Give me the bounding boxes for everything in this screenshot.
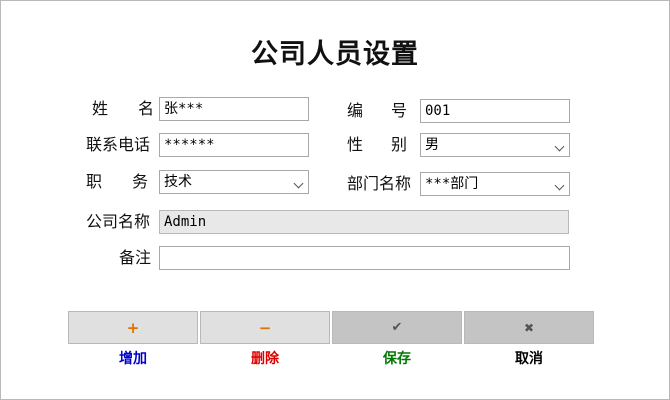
number-input[interactable]: 001	[420, 99, 570, 123]
remark-input[interactable]	[159, 246, 570, 270]
minus-icon: −	[258, 318, 272, 337]
cancel-button[interactable]: ✖	[464, 311, 594, 344]
plus-icon: +	[126, 318, 140, 337]
check-icon: ✔	[391, 320, 403, 335]
close-icon: ✖	[523, 320, 535, 335]
company-label: 公司名称	[86, 212, 151, 231]
remark-label: 备注	[119, 248, 152, 267]
save-button[interactable]: ✔	[332, 311, 462, 344]
add-caption: 增加	[119, 351, 147, 367]
add-button[interactable]: +	[68, 311, 198, 344]
gender-select[interactable]: 男	[420, 133, 570, 157]
chevron-down-icon[interactable]	[554, 141, 565, 152]
delete-caption: 删除	[251, 351, 279, 367]
position-select[interactable]: 技术	[159, 170, 309, 194]
name-label: 姓 名	[92, 99, 154, 118]
phone-label: 联系电话	[86, 135, 151, 154]
gender-label: 性 别	[347, 135, 407, 154]
save-caption: 保存	[383, 351, 411, 367]
number-label: 编 号	[347, 101, 407, 120]
phone-input[interactable]: ******	[159, 133, 309, 157]
department-select[interactable]: ***部门	[420, 172, 570, 196]
chevron-down-icon[interactable]	[554, 180, 565, 191]
chevron-down-icon[interactable]	[293, 178, 304, 189]
name-input[interactable]: 张***	[159, 97, 309, 121]
department-label: 部门名称	[347, 174, 412, 193]
cancel-caption: 取消	[515, 351, 543, 367]
page-title: 公司人员设置	[251, 39, 419, 70]
delete-button[interactable]: −	[200, 311, 330, 344]
company-field: Admin	[159, 210, 569, 234]
position-label: 职 务	[86, 172, 148, 191]
